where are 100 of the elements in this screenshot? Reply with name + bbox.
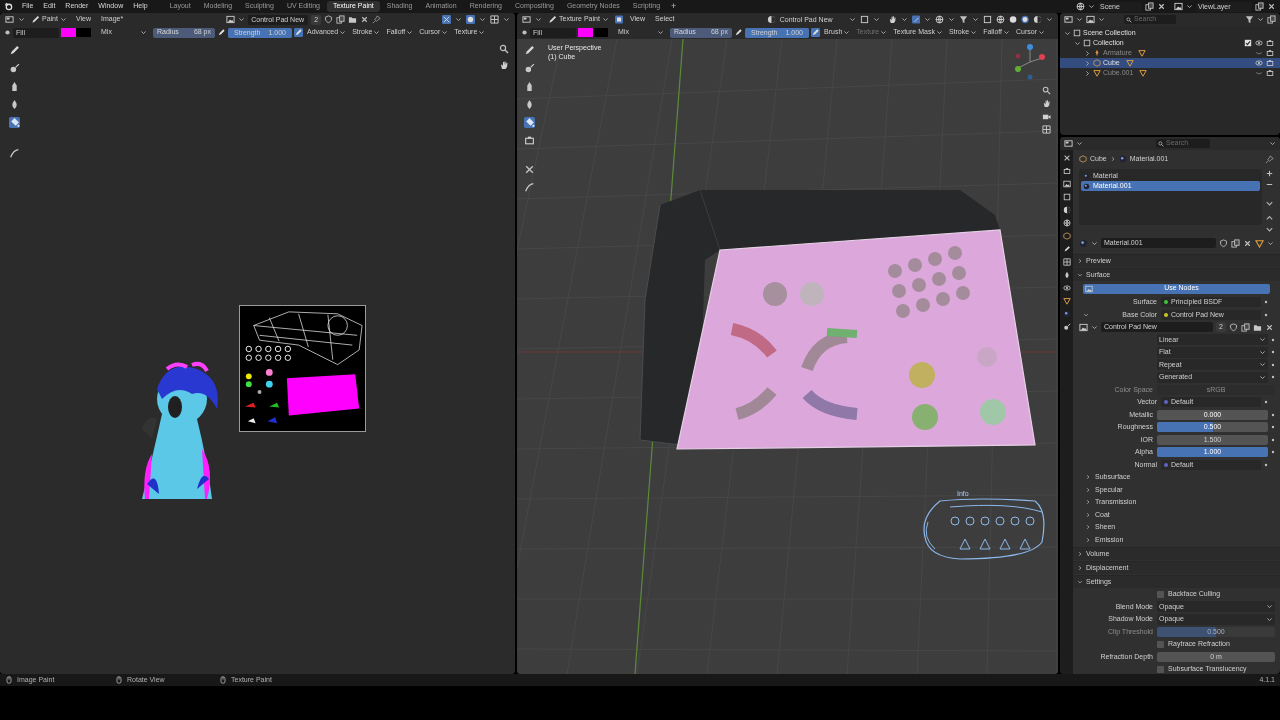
material-preview-icon[interactable]: [1008, 15, 1017, 24]
overlay-icon[interactable]: [466, 15, 475, 24]
clone-brush-icon[interactable]: [9, 81, 20, 92]
zoom-icon[interactable]: [1042, 86, 1051, 95]
soften-brush-icon[interactable]: [9, 63, 20, 74]
fill-bucket-icon[interactable]: [9, 117, 20, 128]
add-workspace-button[interactable]: +: [667, 1, 681, 12]
eye-icon[interactable]: [1255, 39, 1263, 47]
new-scene-icon[interactable]: [1145, 2, 1154, 11]
gizmo-icon[interactable]: [911, 15, 920, 24]
zoom-icon[interactable]: [499, 44, 509, 54]
fake-user-icon[interactable]: [1229, 322, 1238, 332]
draw-brush-icon[interactable]: [524, 45, 535, 56]
material-browse-icon[interactable]: [1079, 238, 1088, 248]
specials-icon[interactable]: [1265, 199, 1274, 208]
app-logo-icon[interactable]: [4, 2, 13, 11]
mask-icon[interactable]: [524, 135, 535, 146]
soften-brush-icon[interactable]: [524, 63, 535, 74]
image-browse-icon[interactable]: [1079, 322, 1088, 332]
folder-icon[interactable]: [348, 15, 358, 24]
color-swatch[interactable]: [578, 28, 593, 37]
add-slot-icon[interactable]: [1265, 169, 1274, 178]
fake-user-icon[interactable]: [324, 15, 334, 24]
properties-tab-icon[interactable]: [1062, 258, 1071, 266]
brush-preview-icon[interactable]: [4, 29, 11, 36]
new-view-layer-icon[interactable]: [1255, 2, 1264, 11]
overlay-icon[interactable]: [934, 15, 944, 24]
solid-icon[interactable]: [995, 15, 1005, 24]
properties-tab-icon[interactable]: [1062, 154, 1071, 162]
delete-scene-icon[interactable]: [1157, 2, 1166, 11]
uv-sync-icon[interactable]: [442, 15, 451, 24]
annotate-icon[interactable]: [524, 182, 535, 193]
duplicate-icon[interactable]: [1231, 238, 1240, 248]
display-channels-icon[interactable]: [490, 15, 499, 24]
unlink-icon[interactable]: [1243, 238, 1252, 248]
canvas-icon[interactable]: [859, 15, 869, 24]
fake-user-icon[interactable]: [1219, 238, 1228, 248]
new-collection-icon[interactable]: [1267, 15, 1276, 24]
properties-tab-icon[interactable]: [1062, 219, 1071, 227]
pin-icon[interactable]: [1265, 154, 1274, 164]
grid-icon[interactable]: [1042, 125, 1051, 134]
rendered-icon[interactable]: [1020, 15, 1029, 24]
properties-tab-icon[interactable]: [1062, 271, 1071, 279]
render-camera-icon[interactable]: [1266, 39, 1274, 47]
caret-icon: [406, 29, 414, 36]
view-layer-icon[interactable]: [1174, 2, 1183, 11]
render-camera-icon[interactable]: [1266, 49, 1274, 57]
pan-hand-icon[interactable]: [499, 60, 509, 70]
hidden-icon[interactable]: [1255, 69, 1263, 77]
pressure-toggle-icon[interactable]: [217, 28, 226, 37]
node-link-icon[interactable]: [1255, 238, 1264, 248]
editor-type-icon[interactable]: [1064, 139, 1073, 148]
display-mode-icon[interactable]: [1086, 15, 1095, 24]
properties-tab-icon[interactable]: [1062, 323, 1071, 331]
unlink-icon[interactable]: [360, 15, 370, 24]
color-swatch[interactable]: [593, 28, 608, 37]
draw-brush-icon[interactable]: [9, 45, 20, 56]
properties-tab-icon[interactable]: [1062, 206, 1071, 214]
unlink-icon[interactable]: [1265, 322, 1274, 332]
editor-type-icon[interactable]: [1064, 15, 1073, 24]
annotate-icon[interactable]: [9, 148, 20, 159]
eye-icon[interactable]: [1255, 59, 1263, 67]
pressure-toggle-icon[interactable]: [811, 28, 820, 37]
duplicate-icon[interactable]: [336, 15, 346, 24]
checkbox-icon[interactable]: [1244, 39, 1252, 47]
duplicate-icon[interactable]: [1241, 322, 1250, 332]
pressure-toggle-icon[interactable]: [734, 28, 743, 37]
move-up-icon[interactable]: [1265, 214, 1274, 223]
properties-tab-icon[interactable]: [1062, 193, 1071, 201]
brush-preview-icon[interactable]: [521, 29, 528, 36]
scene-icon[interactable]: [1076, 2, 1085, 11]
camera-icon[interactable]: [1042, 112, 1051, 121]
properties-tab-icon[interactable]: [1062, 284, 1071, 292]
render-camera-icon[interactable]: [1266, 69, 1274, 77]
filter-icon[interactable]: [1245, 15, 1254, 24]
move-down-icon[interactable]: [1265, 225, 1274, 234]
color-swatch[interactable]: [61, 28, 76, 37]
wireframe-icon[interactable]: [982, 15, 992, 24]
folder-icon[interactable]: [1253, 322, 1262, 332]
mask-toggle-icon[interactable]: [614, 15, 623, 24]
fill-bucket-icon[interactable]: [524, 117, 535, 128]
mouse-button-icon: [219, 676, 227, 684]
pan-hand-icon[interactable]: [1042, 99, 1051, 108]
transform-icon[interactable]: [524, 164, 535, 175]
properties-tab-icon[interactable]: [1062, 167, 1071, 175]
shading-options-icon[interactable]: [1033, 15, 1042, 24]
image-browse-icon[interactable]: [226, 15, 236, 24]
delete-view-layer-icon[interactable]: [1267, 2, 1276, 11]
editor-type-icon[interactable]: [5, 15, 14, 24]
smear-brush-icon[interactable]: [9, 99, 20, 110]
pin-icon[interactable]: [372, 15, 382, 24]
material-slot-icon[interactable]: [766, 15, 776, 24]
pressure-toggle-icon[interactable]: [294, 28, 303, 37]
smear-brush-icon[interactable]: [524, 99, 535, 110]
clone-brush-icon[interactable]: [524, 81, 535, 92]
editor-type-icon[interactable]: [522, 15, 531, 24]
render-camera-icon[interactable]: [1266, 59, 1274, 67]
properties-tab-icon[interactable]: [1062, 180, 1071, 188]
caret-icon: [140, 29, 147, 36]
color-swatch[interactable]: [76, 28, 91, 37]
